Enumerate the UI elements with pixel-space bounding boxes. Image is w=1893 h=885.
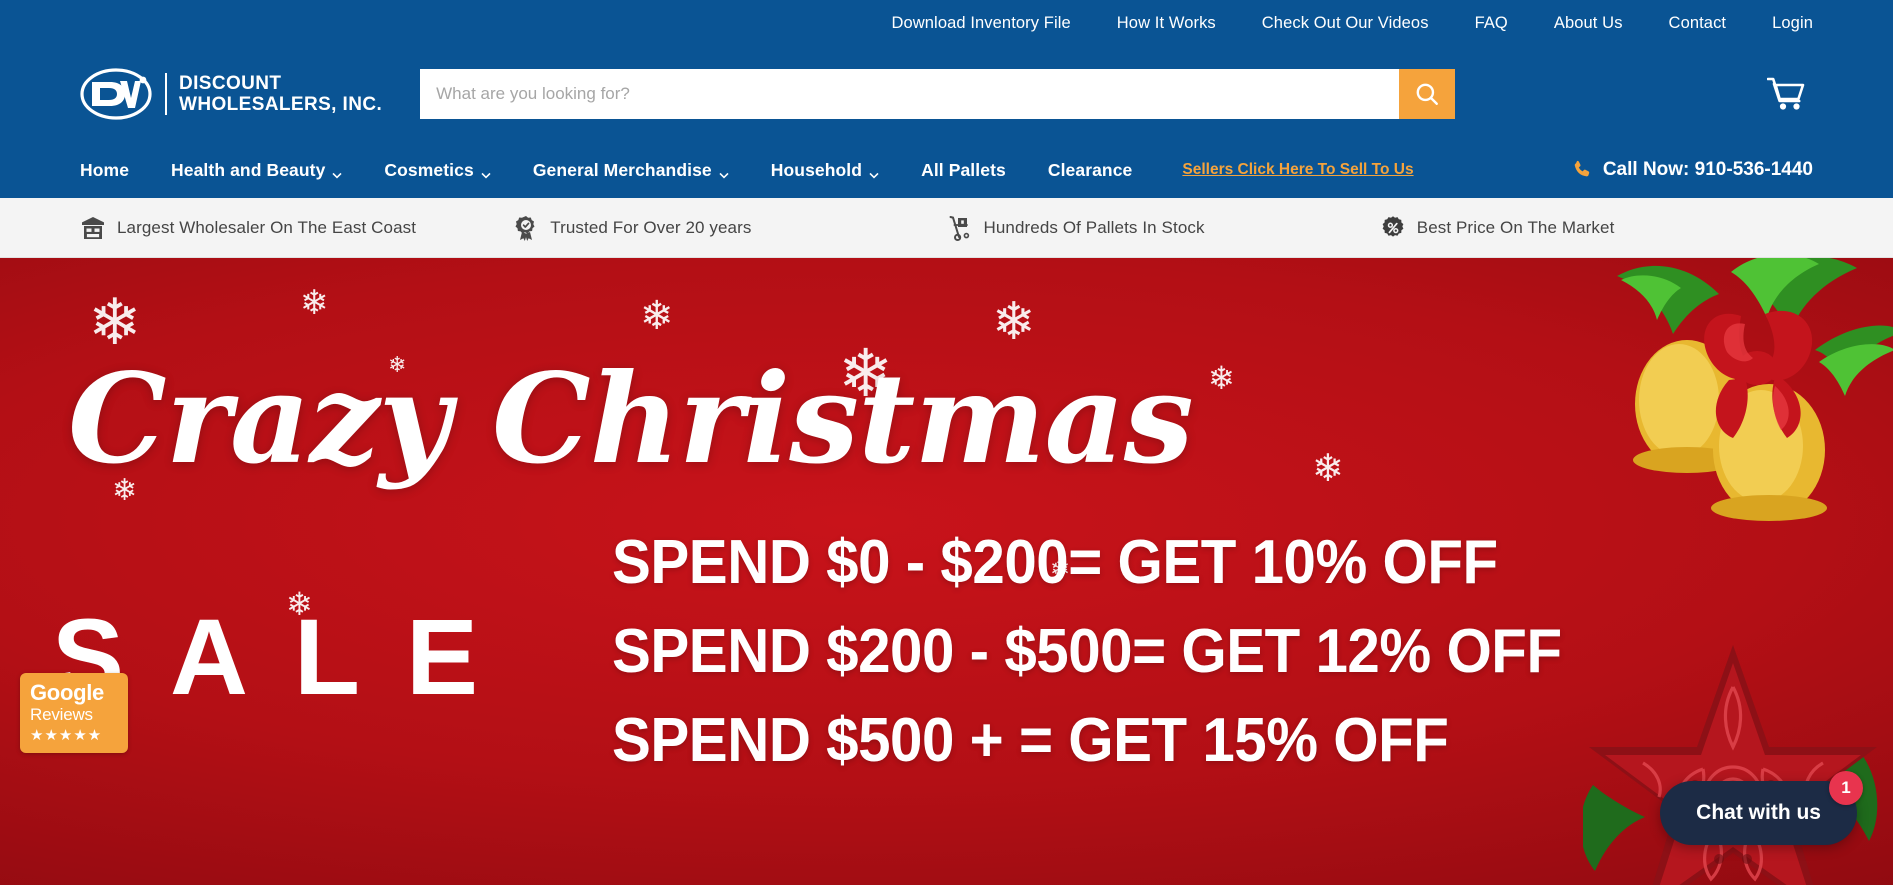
hero-promo-banner[interactable]: ❄ ❄ ❄ ❄ ❄ ❄ ❄ ❄ ❄ ❄ ❄ ❄: [0, 258, 1893, 885]
nav-item-health-and-beauty-label: Health and Beauty: [171, 159, 326, 180]
snowflake-icon: ❄: [1208, 360, 1235, 396]
hero-offer-list: SPEND $0 - $200= GET 10% OFF SPEND $200 …: [612, 528, 1622, 775]
nav-item-health-and-beauty[interactable]: Health and Beauty: [171, 160, 342, 181]
utility-link-download-inventory-file[interactable]: Download Inventory File: [891, 14, 1070, 33]
nav-item-cosmetics-label: Cosmetics: [384, 159, 474, 180]
nav-item-clearance[interactable]: Clearance: [1048, 160, 1133, 181]
hand-truck-icon: [949, 215, 969, 241]
utility-link-check-out-our-videos[interactable]: Check Out Our Videos: [1262, 14, 1429, 33]
chevron-down-icon: [332, 163, 342, 179]
nav-item-home[interactable]: Home: [80, 160, 129, 181]
utility-link-faq[interactable]: FAQ: [1475, 14, 1508, 33]
search-icon: [1416, 83, 1439, 105]
chevron-down-icon: [869, 163, 879, 179]
utility-link-about-us[interactable]: About Us: [1554, 14, 1623, 33]
cart-button[interactable]: [1759, 77, 1813, 111]
utility-link-contact[interactable]: Contact: [1669, 14, 1727, 33]
snowflake-icon: ❄: [1312, 448, 1344, 490]
nav-item-cosmetics[interactable]: Cosmetics: [384, 159, 491, 181]
search-input[interactable]: [420, 69, 1400, 119]
site-logo[interactable]: DISCOUNT WHOLESALERS, INC.: [80, 68, 382, 120]
hero-offer-tier-3: SPEND $500 + = GET 15% OFF: [612, 705, 1449, 775]
utility-nav: Download Inventory File How It Works Che…: [0, 0, 1893, 46]
hero-title: Crazy Christmas: [68, 347, 1194, 492]
award-badge-icon: [515, 215, 535, 241]
utility-link-login[interactable]: Login: [1772, 14, 1813, 33]
search-bar: [420, 69, 1456, 119]
utility-link-how-it-works[interactable]: How It Works: [1117, 14, 1216, 33]
chat-unread-badge: 1: [1829, 771, 1863, 805]
call-now-label: Call Now: 910-536-1440: [1602, 159, 1813, 180]
shopping-cart-icon: [1767, 77, 1805, 110]
dw-monogram-icon: [80, 68, 152, 120]
trust-item-best-price-label: Best Price On The Market: [1416, 217, 1615, 237]
google-reviews-stars: ★★★★★: [30, 727, 103, 744]
red-star-ornament-decoration-icon: [1583, 645, 1878, 885]
trust-item-hundreds-of-pallets-label: Hundreds Of Pallets In Stock: [983, 217, 1205, 237]
sellers-sell-to-us-link[interactable]: Sellers Click Here To Sell To Us: [1182, 161, 1413, 179]
nav-item-household-label: Household: [770, 159, 863, 180]
google-reviews-title: Google: [30, 680, 104, 705]
google-reviews-badge[interactable]: Google Reviews ★★★★★: [20, 673, 128, 753]
hero-offer-tier-2: SPEND $200 - $500= GET 12% OFF: [612, 616, 1562, 686]
trust-item-largest-wholesaler-label: Largest Wholesaler On The East Coast: [117, 217, 417, 237]
nav-item-clearance-label: Clearance: [1047, 159, 1133, 180]
google-reviews-subtitle: Reviews: [30, 705, 93, 724]
warehouse-icon: [82, 216, 104, 239]
snowflake-icon: ❄: [992, 293, 1036, 351]
trust-item-trusted-20-years: Trusted For Over 20 years: [513, 215, 946, 241]
percent-badge-icon: [1382, 215, 1404, 237]
site-header: Download Inventory File How It Works Che…: [0, 0, 1893, 198]
gold-bells-decoration-icon: [1617, 258, 1893, 521]
header-main-row: DISCOUNT WHOLESALERS, INC.: [0, 46, 1893, 142]
chat-with-us-button[interactable]: Chat with us: [1660, 781, 1857, 845]
search-submit-button[interactable]: [1399, 69, 1456, 119]
chat-widget[interactable]: Chat with us 1: [1660, 771, 1863, 845]
nav-item-general-merchandise[interactable]: General Merchandise: [533, 160, 729, 181]
trust-item-hundreds-of-pallets: Hundreds Of Pallets In Stock: [947, 215, 1380, 241]
nav-item-all-pallets[interactable]: All Pallets: [921, 160, 1006, 181]
trust-bar: Largest Wholesaler On The East Coast Tru…: [0, 198, 1893, 258]
phone-icon: [1574, 160, 1590, 177]
logo-line-2: WHOLESALERS, INC.: [179, 94, 383, 115]
call-now-link[interactable]: Call Now: 910-536-1440: [1571, 159, 1813, 181]
chevron-down-icon: [719, 163, 729, 179]
snowflake-icon: ❄: [300, 284, 329, 322]
trust-item-trusted-20-years-label: Trusted For Over 20 years: [550, 217, 752, 237]
logo-wordmark: DISCOUNT WHOLESALERS, INC.: [165, 73, 382, 115]
chevron-down-icon: [481, 163, 491, 179]
nav-item-household[interactable]: Household: [771, 160, 879, 181]
nav-item-all-pallets-label: All Pallets: [921, 159, 1006, 180]
trust-item-best-price: Best Price On The Market: [1380, 215, 1813, 241]
nav-item-home-label: Home: [80, 159, 130, 180]
hero-offer-tier-1: SPEND $0 - $200= GET 10% OFF: [612, 528, 1498, 597]
snowflake-icon: ❄: [640, 294, 674, 338]
trust-item-largest-wholesaler: Largest Wholesaler On The East Coast: [80, 215, 513, 241]
logo-line-1: DISCOUNT: [179, 73, 282, 94]
main-nav: Home Health and Beauty Cosmetics General…: [0, 142, 1893, 198]
nav-item-general-merchandise-label: General Merchandise: [532, 159, 712, 180]
snowflake-icon: ❄: [88, 286, 142, 358]
